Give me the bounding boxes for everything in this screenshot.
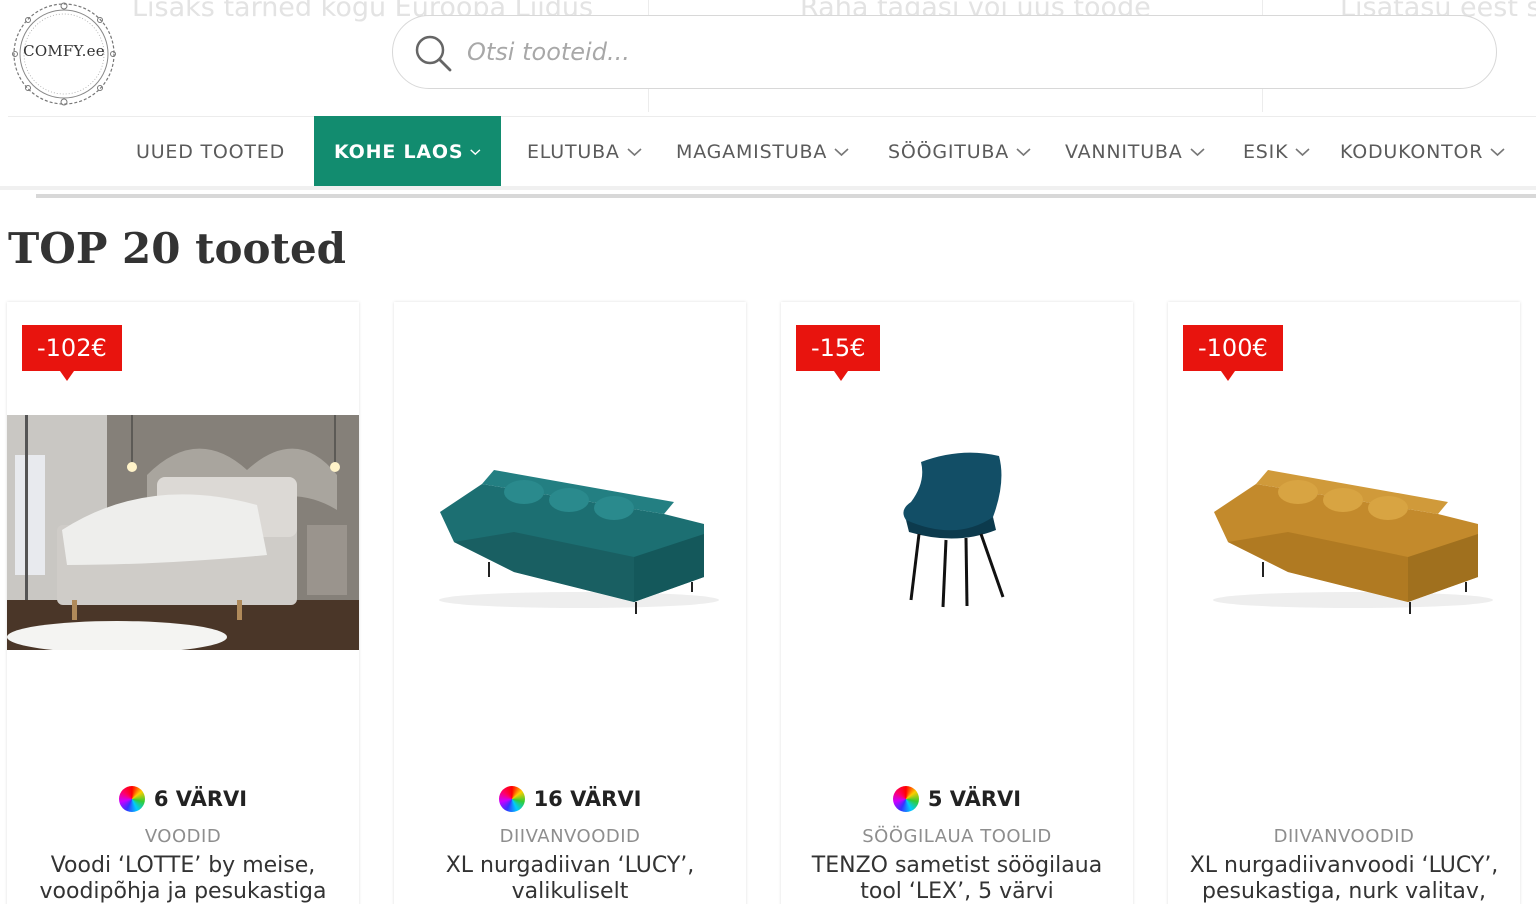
nav-item-label: MAGAMISTUBA xyxy=(676,141,828,163)
chevron-down-icon xyxy=(1190,148,1205,157)
search-input[interactable] xyxy=(467,30,1447,74)
product-name[interactable]: XL nurgadiivan ‘LUCY’, valikuliselt xyxy=(414,853,726,904)
chevron-down-icon xyxy=(1295,148,1310,157)
nav-item-magamistuba[interactable]: MAGAMISTUBA xyxy=(676,116,849,188)
color-count: 5 VÄRVI xyxy=(781,786,1133,812)
nav-item-label: ELUTUBA xyxy=(527,141,620,163)
chevron-down-icon xyxy=(470,149,481,156)
nav-item-kodukontor[interactable]: KODUKONTOR xyxy=(1340,116,1505,188)
nav-item-label: ESIK xyxy=(1243,141,1289,163)
product-category[interactable]: DIIVANVOODID xyxy=(394,826,746,847)
nav-item-esik[interactable]: ESIK xyxy=(1243,116,1310,188)
color-wheel-icon xyxy=(118,786,145,812)
search-icon[interactable] xyxy=(413,33,453,73)
product-category[interactable]: VOODID xyxy=(7,826,359,847)
nav-item-label: KODUKONTOR xyxy=(1340,141,1484,163)
product-card[interactable]: -15€ 5 VÄRVI SÖÖGILAUA TOOLID TENZO same… xyxy=(781,302,1133,904)
nav-item-soogituba[interactable]: SÖÖGITUBA xyxy=(888,116,1031,188)
color-count-label: 6 VÄRVI xyxy=(153,787,248,811)
color-wheel-icon xyxy=(892,786,919,812)
nav-item-label: KOHE LAOS xyxy=(334,141,464,163)
section-title: TOP 20 tooted xyxy=(8,224,347,273)
product-card[interactable]: -100€ DIIVANVOODID XL nurgadiivanvoodi ‘… xyxy=(1168,302,1520,904)
nav-item-label: VANNITUBA xyxy=(1065,141,1183,163)
product-category[interactable]: DIIVANVOODID xyxy=(1168,826,1520,847)
nav-item-label: SÖÖGITUBA xyxy=(888,141,1010,163)
color-count: 16 VÄRVI xyxy=(394,786,746,812)
color-count: 6 VÄRVI xyxy=(7,786,359,812)
product-name[interactable]: TENZO sametist söögilaua tool ‘LEX’, 5 v… xyxy=(801,853,1113,904)
color-wheel-icon xyxy=(498,786,525,812)
nav-item-kohe-laos[interactable]: KOHE LAOS xyxy=(314,116,501,188)
chevron-down-icon xyxy=(834,148,849,157)
logo-text: COMFY.ee xyxy=(23,42,105,60)
nav-item-uued-tooted[interactable]: UUED TOOTED xyxy=(136,116,285,188)
product-name[interactable]: XL nurgadiivanvoodi ‘LUCY’, pesukastiga,… xyxy=(1188,853,1500,904)
product-image[interactable] xyxy=(394,442,746,642)
product-card[interactable]: 16 VÄRVI DIIVANVOODID XL nurgadiivan ‘LU… xyxy=(394,302,746,904)
product-image[interactable] xyxy=(1168,442,1520,642)
nav-shadow xyxy=(0,186,1536,190)
color-count-label: 5 VÄRVI xyxy=(927,787,1022,811)
product-name[interactable]: Voodi ‘LOTTE’ by meise, voodipõhja ja pe… xyxy=(27,853,339,904)
product-image[interactable] xyxy=(7,415,359,650)
discount-badge: -15€ xyxy=(796,325,881,381)
color-count-label: 16 VÄRVI xyxy=(533,787,642,811)
product-category[interactable]: SÖÖGILAUA TOOLID xyxy=(781,826,1133,847)
main-nav: UUED TOOTED KOHE LAOS ELUTUBA MAGAMISTUB… xyxy=(0,116,1536,188)
nav-scroll-track xyxy=(36,194,1536,198)
chevron-down-icon xyxy=(1490,148,1505,157)
chevron-down-icon xyxy=(627,148,642,157)
product-image[interactable] xyxy=(781,442,1133,622)
site-logo[interactable]: COMFY.ee xyxy=(8,0,120,108)
chevron-down-icon xyxy=(1016,148,1031,157)
search-bar[interactable] xyxy=(392,15,1497,89)
discount-badge: -100€ xyxy=(1183,325,1283,381)
nav-item-label: UUED TOOTED xyxy=(136,141,286,163)
discount-badge: -102€ xyxy=(22,325,122,381)
product-card[interactable]: -102€ 6 VÄRVI VOODID Voodi ‘LOTTE’ by me… xyxy=(7,302,359,904)
nav-item-elutuba[interactable]: ELUTUBA xyxy=(527,116,642,188)
nav-item-vannituba[interactable]: VANNITUBA xyxy=(1065,116,1205,188)
